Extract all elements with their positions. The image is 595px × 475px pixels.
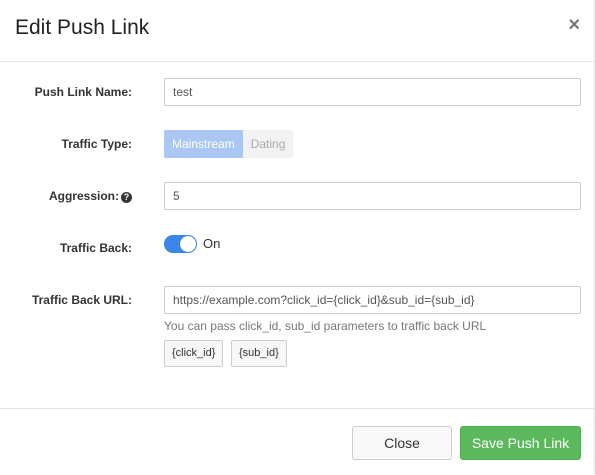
push-link-name-label: Push Link Name: [34, 85, 132, 99]
save-push-link-button[interactable]: Save Push Link [460, 426, 581, 460]
edit-push-link-modal: Edit Push Link × Push Link Name: Traffic… [0, 0, 595, 474]
aggression-input[interactable] [164, 182, 581, 210]
close-icon[interactable]: × [568, 15, 580, 35]
aggression-label-text: Aggression: [48, 189, 119, 203]
traffic-back-label: Traffic Back: [59, 241, 132, 255]
traffic-back-url-label: Traffic Back URL: [31, 293, 132, 307]
aggression-label: Aggression:? [49, 189, 132, 203]
modal-title: Edit Push Link [15, 16, 150, 39]
insert-click-id-button[interactable]: {click_id} [164, 340, 224, 367]
push-link-name-input[interactable] [164, 78, 581, 106]
traffic-back-state-label: On [203, 236, 221, 251]
question-circle-icon[interactable]: ? [121, 192, 132, 203]
traffic-type-dating-button[interactable]: Dating [242, 130, 294, 158]
modal-header: Edit Push Link × [0, 0, 594, 62]
traffic-type-mainstream-button[interactable]: Mainstream [164, 130, 243, 158]
traffic-back-url-help-text: You can pass click_id, sub_id parameters… [164, 319, 487, 333]
traffic-type-segmented-control: Mainstream Dating [164, 130, 294, 158]
traffic-type-label: Traffic Type: [61, 137, 132, 151]
close-button[interactable]: Close [352, 426, 452, 460]
traffic-back-url-input[interactable] [164, 286, 581, 314]
traffic-back-toggle[interactable] [164, 235, 197, 253]
toggle-knob [180, 236, 196, 252]
insert-sub-id-button[interactable]: {sub_id} [231, 340, 287, 367]
